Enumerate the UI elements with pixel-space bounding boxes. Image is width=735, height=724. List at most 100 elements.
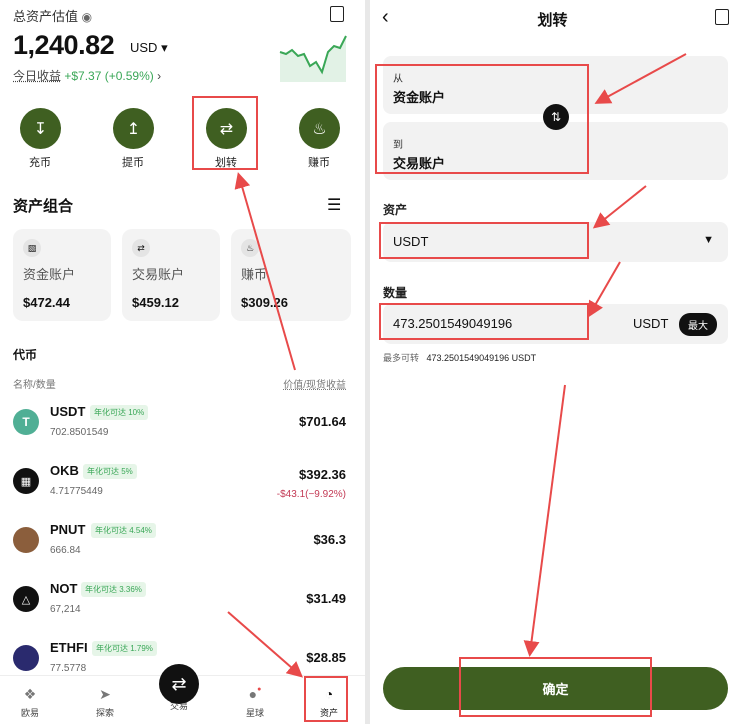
- earn-small-icon: ♨: [241, 239, 259, 257]
- tokens-title: 代币: [13, 348, 38, 362]
- apy-badge: 年化可达 5%: [83, 464, 137, 479]
- to-account-field[interactable]: 到 交易账户: [383, 122, 728, 180]
- asset-select[interactable]: USDT ▼: [383, 222, 728, 262]
- withdraw-label: 提币: [122, 157, 144, 169]
- nav-assets[interactable]: ◔ 资产: [309, 686, 349, 719]
- to-value: 交易账户: [393, 156, 446, 171]
- trading-account-card[interactable]: ⇄ 交易账户 $459.12: [122, 229, 220, 321]
- account-name: 赚币: [241, 267, 268, 282]
- confirm-button[interactable]: 确定: [383, 667, 728, 710]
- currency-text: USD: [130, 40, 158, 55]
- upload-icon: ↥: [113, 108, 154, 149]
- account-value: $459.12: [132, 295, 179, 310]
- amount-input[interactable]: 473.2501549049196 USDT 最大: [383, 304, 728, 344]
- amount-label: 数量: [383, 286, 408, 300]
- funding-account-card[interactable]: ▧ 资金账户 $472.44: [13, 229, 111, 321]
- withdraw-action[interactable]: ↥ 提币: [103, 108, 163, 170]
- available-label: 最多可转: [383, 353, 420, 363]
- apy-badge: 年化可达 1.79%: [92, 641, 157, 656]
- coin-value: $701.64: [299, 414, 346, 429]
- nav-okx[interactable]: ❖ 欧易: [10, 686, 50, 719]
- okb-icon: ▦: [13, 468, 39, 494]
- swap-icon: ⇄: [132, 239, 150, 257]
- total-value: 1,240.82: [13, 30, 115, 60]
- grid-icon: ❖: [23, 686, 37, 702]
- history-icon[interactable]: [715, 9, 729, 25]
- history-icon[interactable]: [330, 6, 344, 22]
- nav-explore[interactable]: ➤ 探索: [85, 686, 125, 719]
- coin-value: $31.49: [306, 591, 346, 606]
- trade-icon: ⇄: [171, 673, 187, 694]
- account-value: $309.26: [241, 295, 288, 310]
- coin-value: $36.3: [313, 532, 346, 547]
- estimate-label-text: 总资产估值: [13, 9, 79, 24]
- account-value: $472.44: [23, 295, 70, 310]
- swap-direction-button[interactable]: ⇅: [543, 104, 569, 130]
- filter-icon[interactable]: ☰: [327, 195, 341, 215]
- transfer-label: 划转: [215, 157, 237, 169]
- portfolio-title: 资产组合: [13, 198, 74, 215]
- coin-symbol: NOT: [50, 581, 78, 596]
- to-label: 到: [393, 140, 403, 151]
- coin-row-not[interactable]: △ NOT 年化可达 3.36% 67,214 $31.49: [0, 577, 365, 635]
- max-button[interactable]: 最大: [679, 313, 717, 336]
- from-label: 从: [393, 74, 403, 85]
- available-value: 473.2501549049196 USDT: [426, 353, 537, 363]
- from-value: 资金账户: [393, 90, 446, 105]
- eye-icon[interactable]: ◉: [82, 10, 92, 24]
- ethfi-icon: [13, 645, 39, 671]
- earn-label: 赚币: [308, 157, 330, 169]
- account-name: 资金账户: [23, 267, 76, 282]
- deposit-label: 充币: [29, 157, 51, 169]
- nav-label: 欧易: [20, 708, 39, 718]
- total-estimate-label: 总资产估值 ◉: [13, 6, 92, 25]
- download-icon: ↧: [20, 108, 61, 149]
- apy-badge: 年化可达 10%: [90, 405, 149, 420]
- earn-account-card[interactable]: ♨ 赚币 $309.26: [231, 229, 351, 321]
- transfer-action[interactable]: ⇄ 划转: [196, 108, 256, 170]
- apy-badge: 年化可达 3.36%: [81, 582, 146, 597]
- coin-symbol: USDT: [50, 404, 86, 419]
- amount-value: 473.2501549049196: [393, 316, 513, 331]
- coin-row-usdt[interactable]: T USDT 年化可达 10% 702.8501549 $701.64: [0, 400, 365, 458]
- asset-label: 资产: [383, 203, 408, 217]
- assets-screen: 总资产估值 ◉ 1,240.82 USD ▾ 今日收益 +$7.37 (+0.5…: [0, 0, 365, 724]
- account-name: 交易账户: [132, 267, 185, 282]
- earn-action[interactable]: ♨ 赚币: [289, 108, 349, 170]
- nav-label: 探索: [95, 708, 114, 718]
- caret-down-icon: ▼: [703, 234, 714, 246]
- usdt-icon: T: [13, 409, 39, 435]
- nav-label: 资产: [319, 708, 338, 718]
- sparkline-chart: [279, 35, 347, 82]
- col-value-header[interactable]: 价值/现货收益: [283, 376, 346, 391]
- coin-amount: 77.5778: [50, 663, 87, 674]
- coin-amount: 67,214: [50, 604, 81, 615]
- coin-symbol: OKB: [50, 463, 79, 478]
- available-amount: 最多可转 473.2501549049196 USDT: [383, 351, 536, 364]
- coin-amount: 666.84: [50, 545, 81, 556]
- coin-value: $28.85: [306, 650, 346, 665]
- swap-icon: ⇅: [550, 110, 562, 124]
- coin-symbol: ETHFI: [50, 640, 88, 655]
- coin-row-pnut[interactable]: PNUT 年化可达 4.54% 666.84 $36.3: [0, 518, 365, 576]
- nav-planet[interactable]: ●● 星球: [235, 686, 275, 719]
- amount-unit: USDT: [633, 316, 669, 331]
- transfer-screen: ‹ 划转 从 资金账户 到 交易账户 ⇅ 资产 USDT ▼ 数量 473.25…: [370, 0, 735, 724]
- trade-fab[interactable]: ⇄: [159, 664, 199, 704]
- page-title: 划转: [537, 12, 568, 29]
- coin-symbol: PNUT: [50, 522, 86, 537]
- coin-row-okb[interactable]: ▦ OKB 年化可达 5% 4.71775449 $392.36 -$43.1(…: [0, 459, 365, 517]
- caret-down-icon: ▾: [161, 40, 168, 55]
- today-pnl[interactable]: 今日收益 +$7.37 (+0.59%) ›: [13, 67, 161, 84]
- deposit-action[interactable]: ↧ 充币: [10, 108, 70, 170]
- planet-icon: ●●: [248, 686, 262, 702]
- currency-selector[interactable]: USD ▾: [130, 40, 168, 56]
- pie-chart-icon: ◔: [324, 686, 334, 702]
- pnl-label: 今日收益: [13, 69, 62, 83]
- asset-value: USDT: [393, 234, 429, 249]
- apy-badge: 年化可达 4.54%: [91, 523, 156, 538]
- transfer-icon: ⇄: [206, 108, 247, 149]
- chevron-right-icon: ›: [157, 69, 162, 83]
- col-name-header: 名称/数量: [13, 380, 56, 391]
- coin-value: $392.36: [299, 467, 346, 482]
